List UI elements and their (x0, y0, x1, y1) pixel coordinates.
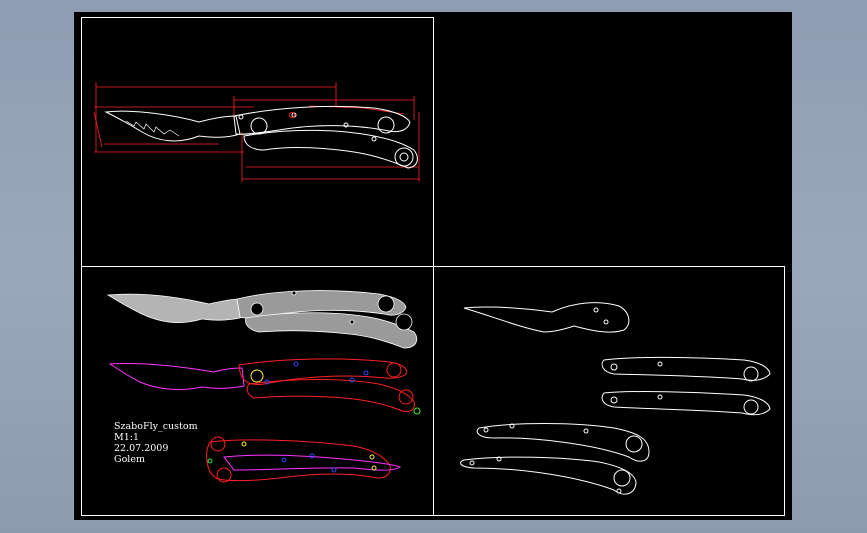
knife-handle-lower (243, 129, 418, 169)
rendered-handle-lower (245, 312, 418, 349)
drawing-author: Golem (114, 454, 145, 465)
part-handle-2 (460, 456, 637, 495)
part-handle-1 (476, 423, 650, 462)
red-handle-lower (246, 379, 415, 413)
part-blade (463, 302, 630, 333)
blade-edge-serration (125, 120, 180, 137)
dimensioned-knife-view (93, 82, 420, 182)
knife-blade-outline (104, 110, 241, 142)
rendered-blade (106, 293, 245, 324)
colored-holes (250, 361, 421, 415)
red-handle-upper (238, 358, 407, 385)
assembly-outline-red (206, 439, 391, 482)
drawing-name: SzaboFly_custom (114, 421, 198, 432)
viewport-top-left[interactable] (81, 17, 434, 267)
drawing-date: 22.07.2009 (114, 443, 169, 454)
drawing-sheet: SzaboFly_custom M1:1 22.07.2009 Golem (74, 12, 792, 520)
title-block: SzaboFly_custom M1:1 22.07.2009 Golem (114, 421, 198, 465)
magenta-blade (108, 363, 245, 390)
drawing-scale: M1:1 (114, 432, 140, 443)
parts-outline-view (460, 302, 771, 495)
part-blade-holes (593, 307, 609, 325)
